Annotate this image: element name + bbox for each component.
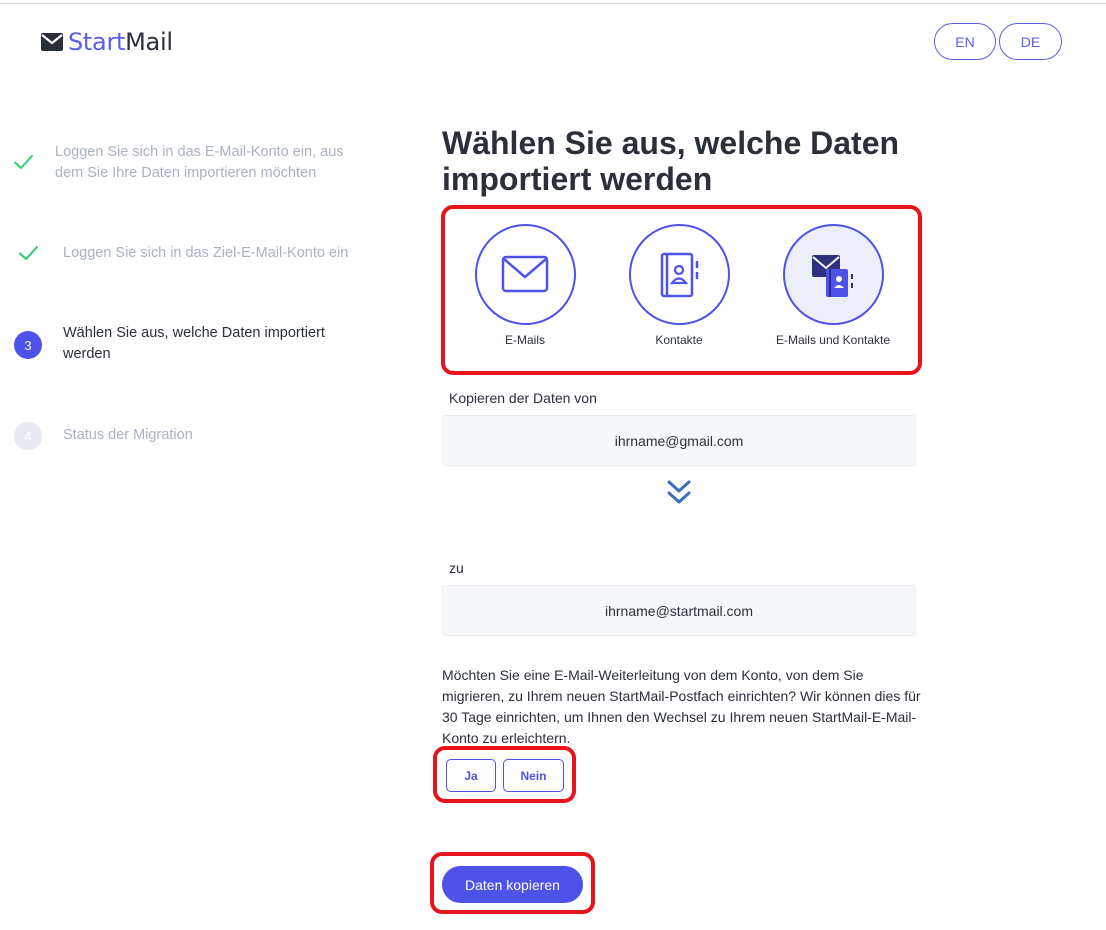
highlight-data-options (441, 205, 922, 375)
language-de-button[interactable]: DE (999, 23, 1062, 60)
startmail-logo[interactable]: StartMail (41, 28, 173, 56)
page-title: Wählen Sie aus, welche Daten importiert … (442, 125, 900, 197)
target-label: zu (449, 560, 464, 576)
source-label: Kopieren der Daten von (449, 390, 597, 406)
step-1-label: Loggen Sie sich in das E-Mail-Konto ein,… (55, 144, 344, 181)
logo-wordmark: StartMail (68, 28, 173, 56)
logo-envelope-icon (41, 33, 63, 51)
step-4-number: 4 (14, 422, 42, 450)
top-border (0, 0, 1106, 4)
double-chevron-down-icon (667, 480, 691, 504)
step-2-label: Loggen Sie sich in das Ziel-E-Mail-Konto… (63, 245, 349, 261)
checkmark-icon (14, 155, 33, 169)
language-en-button[interactable]: EN (934, 23, 996, 60)
step-3-number: 3 (14, 331, 42, 359)
source-email-field[interactable]: ihrname@gmail.com (442, 415, 916, 466)
step-4-label: Status der Migration (63, 427, 193, 443)
forwarding-question: Möchten Sie eine E-Mail-Weiterleitung vo… (442, 667, 921, 746)
highlight-yes-no (433, 746, 576, 803)
highlight-copy-button (430, 852, 595, 914)
checkmark-icon (19, 246, 38, 260)
step-3-label: Wählen Sie aus, welche Daten importiert … (63, 325, 325, 362)
target-email-field[interactable]: ihrname@startmail.com (442, 585, 916, 636)
